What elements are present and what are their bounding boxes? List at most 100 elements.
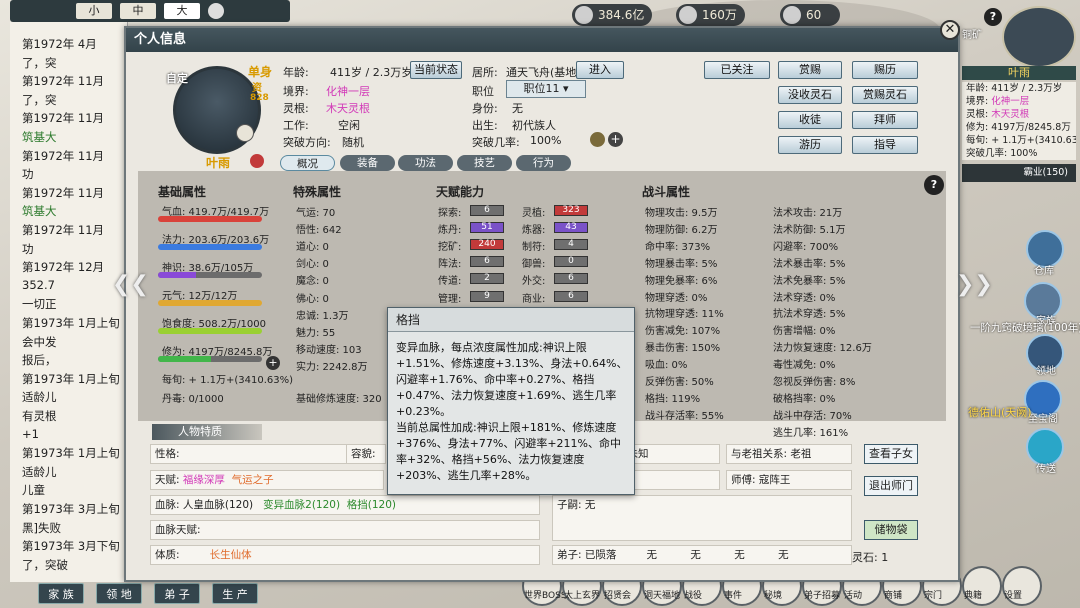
log-entry: 筑基大	[22, 130, 57, 144]
tab-techniques[interactable]: 功法	[398, 155, 453, 171]
population-icon	[679, 6, 697, 24]
direction-label: 突破方向:	[283, 136, 331, 149]
combat-stat: 破格挡率: 0%	[773, 393, 836, 405]
log-entry: 了，突	[22, 92, 57, 107]
talent-value: 51	[470, 222, 504, 234]
teleport-label: 传送	[1036, 464, 1056, 475]
add-icon[interactable]: +	[608, 132, 623, 147]
player-name: 叶雨	[962, 66, 1076, 80]
reward-button[interactable]: 赏赐	[778, 61, 842, 79]
traits-header: 人物特质	[152, 424, 262, 440]
special-attr: 魅力: 55	[296, 327, 336, 339]
nav-label: 太上玄界	[564, 591, 601, 601]
special-attr: 道心: 0	[296, 242, 329, 254]
resource-label-copper: 铜矿	[962, 30, 982, 41]
nav-label: 招贤会	[604, 591, 632, 601]
talent-trait-2[interactable]: 气运之子	[232, 474, 274, 486]
help-icon[interactable]: ?	[924, 175, 944, 195]
player-info-cultivation: 修为: 4197万/8245.8万	[962, 121, 1076, 134]
add-cultivation-icon[interactable]: +	[266, 356, 280, 370]
combat-stat: 格挡: 119%	[645, 393, 701, 405]
size-medium-button[interactable]: 中	[120, 3, 156, 19]
tab-behavior[interactable]: 行为	[516, 155, 571, 171]
help-icon[interactable]: ?	[984, 8, 1002, 26]
nav-label: 活动	[844, 591, 863, 601]
birth-label: 出生:	[472, 119, 498, 132]
talent-value: 43	[554, 222, 588, 234]
guide-button[interactable]: 指导	[852, 136, 918, 154]
record-button[interactable]: 赐历	[852, 61, 918, 79]
special-attr: 佛心: 0	[296, 293, 329, 305]
camera-icon[interactable]	[236, 124, 254, 142]
log-entry: 第1973年 1月上旬	[22, 316, 120, 330]
breakthrough-value: 100%	[530, 134, 562, 147]
special-attr-title: 特殊属性	[293, 185, 342, 199]
talent-name: 阵法:	[438, 259, 462, 271]
talent-value: 6	[554, 273, 588, 285]
combat-title: 战斗属性	[642, 185, 691, 199]
pill-poison-value: 丹毒: 0/1000	[162, 394, 224, 405]
become-apprentice-button[interactable]: 拜师	[852, 111, 918, 129]
prev-arrow-icon[interactable]: ❮❮	[112, 272, 149, 297]
gourd-icon[interactable]	[590, 132, 605, 147]
tab-equipment[interactable]: 装备	[340, 155, 395, 171]
bloodline-row: 血脉: 人皇血脉(120) 变异血脉2(120) 格挡(120)	[150, 495, 540, 515]
bar-fill	[158, 216, 262, 222]
event-log[interactable]: 第1972年 4月 了，突 第1972年 11月 了，突 第1972年 11月 筑基大 第1…	[10, 22, 128, 582]
travel-button[interactable]: 游历	[778, 136, 842, 154]
territory-button[interactable]: 领 地	[96, 583, 142, 604]
combat-stat: 抗物理穿透: 11%	[645, 309, 724, 321]
position-dropdown[interactable]: 职位11 ▾	[506, 80, 586, 98]
log-entry: 适龄儿	[22, 464, 57, 479]
combat-stat: 命中率: 373%	[645, 241, 711, 253]
size-large-button[interactable]: 大	[164, 3, 200, 19]
talent-name: 传道:	[438, 276, 462, 288]
player-avatar[interactable]	[1002, 6, 1076, 68]
combat-stat: 法术防御: 5.1万	[773, 224, 846, 236]
combat-stat: 法术免暴率: 5%	[773, 275, 846, 287]
font-size-bar: 小 中 大	[10, 0, 290, 22]
enter-button[interactable]: 进入	[576, 61, 624, 79]
combat-stat: 法术攻击: 21万	[773, 208, 843, 219]
confiscate-stone-button[interactable]: 没收灵石	[778, 86, 842, 104]
tab-overview[interactable]: 概况	[280, 155, 335, 171]
nav-label: 弟子招募	[804, 591, 841, 601]
take-disciple-button[interactable]: 收徒	[778, 111, 842, 129]
leave-sect-button[interactable]: 退出师门	[864, 476, 918, 496]
edit-icon[interactable]	[250, 154, 264, 168]
storage-bag-button[interactable]: 储物袋	[864, 520, 918, 540]
settings-icon[interactable]	[208, 3, 224, 19]
reward-stone-button[interactable]: 赏赐灵石	[852, 86, 918, 104]
combat-stat: 物理防御: 6.2万	[645, 224, 718, 236]
log-entry: 功	[22, 167, 34, 182]
resource-spirit-stone: 384.6亿	[572, 4, 653, 26]
special-attr: 忠诚: 1.3万	[296, 310, 349, 322]
basic-attr-bar	[158, 300, 262, 306]
player-info-root: 灵根: 木天灵根	[962, 108, 1076, 121]
tab-skills[interactable]: 技艺	[457, 155, 512, 171]
view-children-button[interactable]: 查看子女	[864, 444, 918, 464]
family-button[interactable]: 家 族	[38, 583, 84, 604]
tooltip-title: 格挡	[388, 308, 634, 332]
size-small-button[interactable]: 小	[76, 3, 112, 19]
close-icon[interactable]: ✕	[940, 20, 960, 40]
log-entry: 适龄儿	[22, 390, 57, 405]
constitution-row: 体质: 长生仙体	[150, 545, 540, 565]
talent-trait-1[interactable]: 福缘深厚	[183, 474, 225, 486]
combat-stat: 闪避率: 700%	[773, 241, 839, 253]
talent-name: 炼丹:	[438, 225, 462, 237]
next-arrow-icon[interactable]: ❯❯	[956, 272, 993, 297]
talent-value: 6	[470, 205, 504, 216]
current-status-button[interactable]: 当前状态	[410, 61, 462, 79]
disciples-button[interactable]: 弟 子	[154, 583, 200, 604]
followed-button[interactable]: 已关注	[704, 61, 770, 79]
special-attr: 悟性: 642	[296, 225, 342, 237]
tooltip-body: 变异血脉，每点浓度属性加成:神识上限+1.51%、修炼速度+3.13%、身法+0…	[396, 341, 628, 482]
nav-label: 战役	[684, 591, 703, 601]
mountain-label: 德佑山(天阙)	[968, 406, 1032, 419]
log-entry: 第1972年 11月	[22, 223, 105, 237]
production-button[interactable]: 生 产	[212, 583, 258, 604]
territory-label: 领地	[1036, 366, 1056, 377]
hegemony-badge[interactable]: 霸业(150)	[962, 164, 1076, 182]
warehouse-label: 仓库	[1034, 266, 1054, 277]
